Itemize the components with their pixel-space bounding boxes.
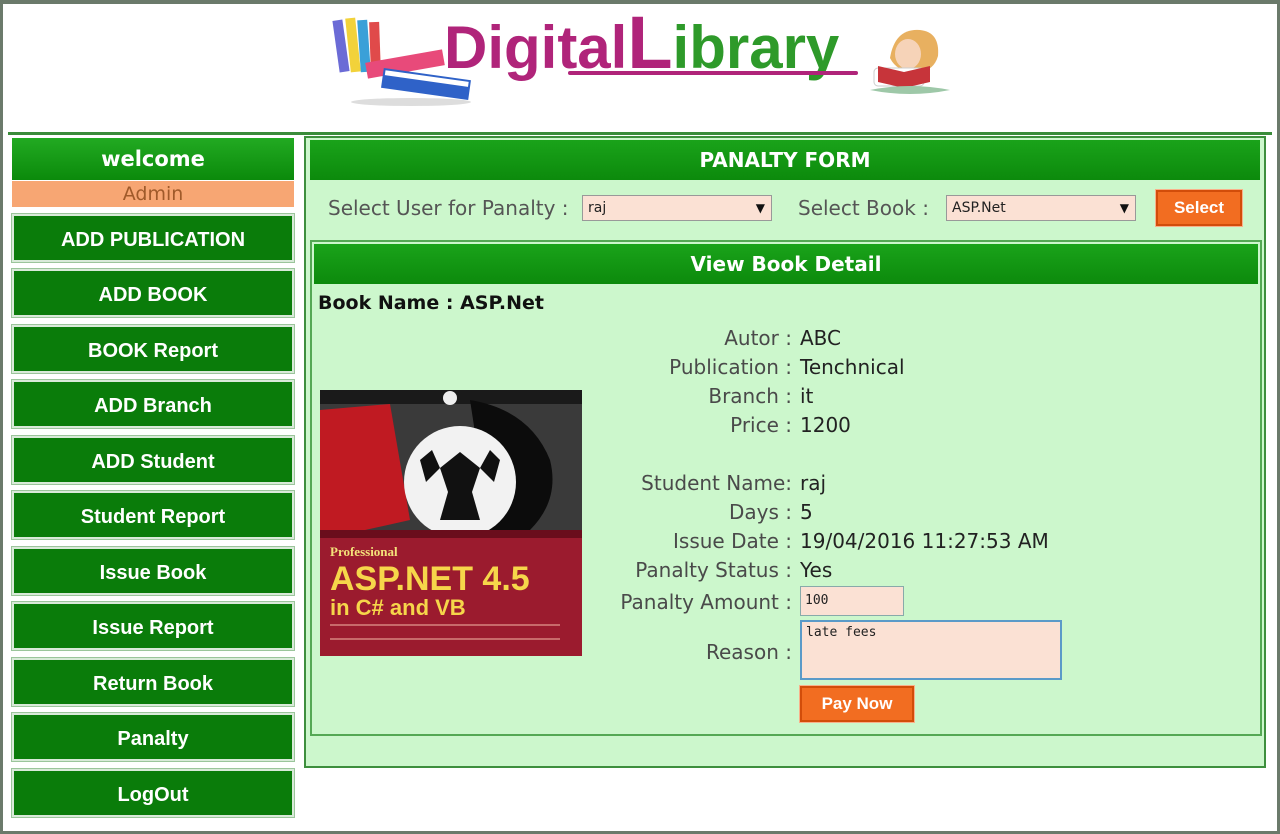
site-header: DigitalLibrary <box>8 6 1272 132</box>
sidebar-item-logout[interactable]: LogOut <box>12 769 294 817</box>
select-button[interactable]: Select <box>1155 189 1243 227</box>
detail-title: View Book Detail <box>314 244 1258 284</box>
panalty-amount-label: Panalty Amount : <box>620 590 792 614</box>
sidebar-item-issue-book[interactable]: Issue Book <box>12 547 294 595</box>
issue-date-value: 19/04/2016 11:27:53 AM <box>800 529 1049 553</box>
sidebar-welcome: welcome <box>12 138 294 180</box>
panalty-status-label: Panalty Status : <box>635 558 792 582</box>
selection-row: Select User for Panalty : raj ▼ Select B… <box>326 189 1256 230</box>
sidebar-item-book-report[interactable]: BOOK Report <box>12 325 294 373</box>
logo-underline <box>568 71 858 75</box>
publication-label: Publication : <box>669 355 792 379</box>
book-name: Book Name : ASP.Net <box>318 292 544 314</box>
author-label: Autor : <box>724 326 792 350</box>
cover-text-line1: Professional <box>330 544 398 559</box>
book-detail-panel: View Book Detail Book Name : ASP.Net Pro… <box>310 240 1262 736</box>
sidebar-item-add-branch[interactable]: ADD Branch <box>12 380 294 428</box>
sidebar-item-add-publication[interactable]: ADD PUBLICATION <box>12 214 294 262</box>
sidebar-item-issue-report[interactable]: Issue Report <box>12 602 294 650</box>
penalty-form-panel: PANALTY FORM Select User for Panalty : r… <box>304 136 1266 768</box>
sidebar-item-student-report[interactable]: Student Report <box>12 491 294 539</box>
days-value: 5 <box>800 500 813 524</box>
price-label: Price : <box>730 413 792 437</box>
panalty-amount-input[interactable]: 100 <box>800 586 904 616</box>
header-divider <box>8 132 1272 135</box>
dropdown-arrow-icon: ▼ <box>1119 201 1129 215</box>
issue-date-label: Issue Date : <box>673 529 792 553</box>
dropdown-arrow-icon: ▼ <box>755 201 765 215</box>
reading-girl-icon <box>870 29 950 94</box>
user-select[interactable]: raj ▼ <box>582 195 772 221</box>
sidebar-item-add-book[interactable]: ADD BOOK <box>12 269 294 317</box>
sidebar-item-panalty[interactable]: Panalty <box>12 713 294 761</box>
book-select-label: Select Book : <box>798 196 929 220</box>
reason-textarea[interactable]: late fees <box>800 620 1062 680</box>
student-name-label: Student Name: <box>641 471 792 495</box>
branch-label: Branch : <box>708 384 792 408</box>
user-select-value: raj <box>588 200 607 216</box>
reason-label: Reason : <box>706 640 792 664</box>
sidebar-item-return-book[interactable]: Return Book <box>12 658 294 706</box>
author-value: ABC <box>800 326 842 350</box>
book-select[interactable]: ASP.Net ▼ <box>946 195 1136 221</box>
price-value: 1200 <box>800 413 851 437</box>
sidebar-user: Admin <box>12 181 294 207</box>
publication-value: Tenchnical <box>800 355 905 379</box>
student-name-value: raj <box>800 471 827 495</box>
cover-text-line3: in C# and VB <box>330 595 466 620</box>
sidebar-item-add-student[interactable]: ADD Student <box>12 436 294 484</box>
pay-now-button[interactable]: Pay Now <box>799 685 915 723</box>
page-title: PANALTY FORM <box>310 140 1260 180</box>
panalty-status-value: Yes <box>800 558 833 582</box>
branch-value: it <box>800 384 814 408</box>
book-select-value: ASP.Net <box>952 200 1006 216</box>
days-label: Days : <box>728 500 792 524</box>
sidebar: welcome Admin ADD PUBLICATION ADD BOOK B… <box>8 136 298 826</box>
user-select-label: Select User for Panalty : <box>328 196 569 220</box>
